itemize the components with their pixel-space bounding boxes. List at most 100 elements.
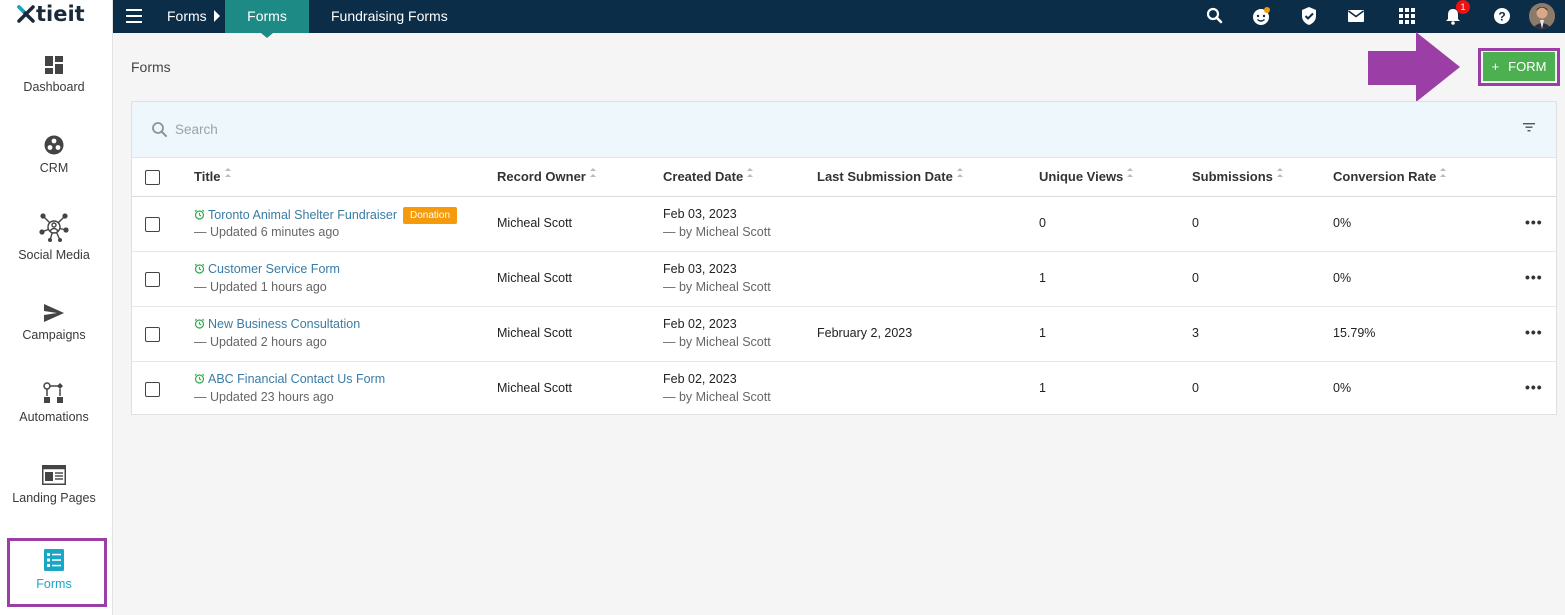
tab-forms[interactable]: Forms bbox=[225, 0, 309, 38]
row-checkbox[interactable] bbox=[145, 382, 160, 397]
form-title-link[interactable]: New Business Consultation bbox=[208, 317, 360, 331]
alarm-clock-icon bbox=[194, 209, 205, 220]
form-title-link[interactable]: Customer Service Form bbox=[208, 262, 340, 276]
column-label: Last Submission Date bbox=[817, 169, 953, 184]
help-icon[interactable]: ? bbox=[1492, 6, 1512, 26]
row-checkbox[interactable] bbox=[145, 272, 160, 287]
updated-text: — Updated 2 hours ago bbox=[194, 335, 327, 349]
created-date-cell: Feb 02, 2023 — by Micheal Scott bbox=[663, 317, 771, 349]
sort-icon bbox=[1276, 168, 1284, 178]
column-header-unique-views[interactable]: Unique Views bbox=[1039, 168, 1134, 184]
dashboard-icon bbox=[45, 56, 63, 74]
column-header-title[interactable]: Title bbox=[194, 168, 232, 184]
row-checkbox[interactable] bbox=[145, 217, 160, 232]
conversion-rate-cell: 0% bbox=[1333, 271, 1352, 285]
column-header-created-date[interactable]: Created Date bbox=[663, 168, 754, 184]
sidebar-item-label: Landing Pages bbox=[12, 491, 96, 505]
record-owner-cell: Micheal Scott bbox=[497, 326, 573, 340]
created-by: — by Micheal Scott bbox=[663, 225, 771, 239]
menu-icon[interactable] bbox=[126, 9, 142, 23]
app-logo[interactable]: tieit bbox=[17, 2, 85, 26]
sidebar-item-label: CRM bbox=[39, 161, 69, 175]
submissions-cell: 0 bbox=[1192, 271, 1199, 285]
unique-views-cell: 1 bbox=[1039, 381, 1046, 395]
search-bar bbox=[132, 102, 1556, 158]
created-by: — by Micheal Scott bbox=[663, 335, 771, 349]
sidebar-item-label: Dashboard bbox=[23, 80, 85, 94]
user-avatar[interactable] bbox=[1529, 3, 1555, 29]
column-header-last-submission-date[interactable]: Last Submission Date bbox=[817, 168, 964, 184]
submissions-cell: 3 bbox=[1192, 326, 1199, 340]
sidebar-item-automations[interactable]: Automations bbox=[0, 382, 108, 424]
created-date: Feb 03, 2023 bbox=[663, 262, 737, 276]
sidebar-item-dashboard[interactable]: Dashboard bbox=[0, 56, 108, 94]
unique-views-cell: 1 bbox=[1039, 271, 1046, 285]
more-horizontal-icon[interactable]: ••• bbox=[1525, 214, 1543, 230]
sidebar-item-crm[interactable]: CRM bbox=[0, 135, 108, 175]
sidebar-item-label: Social Media bbox=[18, 248, 90, 262]
search-icon bbox=[152, 122, 167, 137]
alarm-clock-icon bbox=[194, 263, 205, 274]
column-header-submissions[interactable]: Submissions bbox=[1192, 168, 1284, 184]
conversion-rate-cell: 15.79% bbox=[1333, 326, 1376, 340]
column-label: Title bbox=[194, 169, 221, 184]
add-form-button[interactable]: + FORM bbox=[1483, 52, 1555, 81]
breadcrumb[interactable]: Forms bbox=[167, 8, 207, 24]
search-icon[interactable] bbox=[1205, 6, 1225, 26]
sidebar: tieit Dashboard CRM Social Media Campaig… bbox=[0, 0, 113, 615]
record-owner-cell: Micheal Scott bbox=[497, 381, 573, 395]
unique-views-cell: 0 bbox=[1039, 216, 1046, 230]
title-cell: ABC Financial Contact Us Form — Updated … bbox=[194, 372, 385, 404]
column-label: Conversion Rate bbox=[1333, 169, 1437, 184]
conversion-rate-cell: 0% bbox=[1333, 216, 1352, 230]
title-cell: Customer Service Form — Updated 1 hours … bbox=[194, 262, 340, 294]
sort-icon bbox=[956, 168, 964, 178]
highlight-box bbox=[7, 538, 107, 607]
sort-icon bbox=[1439, 168, 1447, 178]
column-label: Unique Views bbox=[1039, 169, 1124, 184]
automation-icon bbox=[43, 382, 63, 403]
tieit-logo-icon bbox=[17, 5, 35, 23]
table-row[interactable]: Toronto Animal Shelter Fundraiser Donatio… bbox=[132, 197, 1556, 252]
table-row[interactable]: New Business Consultation — Updated 2 ho… bbox=[132, 307, 1556, 362]
tab-fundraising-forms[interactable]: Fundraising Forms bbox=[331, 8, 448, 24]
donation-badge: Donation bbox=[402, 207, 458, 224]
column-label: Record Owner bbox=[497, 169, 586, 184]
sidebar-item-campaigns[interactable]: Campaigns bbox=[0, 304, 108, 342]
page-title: Forms bbox=[131, 59, 171, 75]
more-horizontal-icon[interactable]: ••• bbox=[1525, 324, 1543, 340]
column-header-conversion-rate[interactable]: Conversion Rate bbox=[1333, 168, 1447, 184]
column-header-record-owner[interactable]: Record Owner bbox=[497, 168, 597, 184]
sort-icon bbox=[224, 168, 232, 178]
crm-icon bbox=[44, 135, 64, 155]
svg-text:?: ? bbox=[1498, 10, 1505, 24]
sort-icon bbox=[1126, 168, 1134, 178]
assistant-icon[interactable] bbox=[1251, 6, 1271, 26]
table-row[interactable]: ABC Financial Contact Us Form — Updated … bbox=[132, 362, 1556, 417]
search-input[interactable] bbox=[175, 118, 775, 140]
row-checkbox[interactable] bbox=[145, 327, 160, 342]
record-owner-cell: Micheal Scott bbox=[497, 271, 573, 285]
sidebar-item-landing-pages[interactable]: Landing Pages bbox=[0, 465, 108, 505]
updated-text: — Updated 1 hours ago bbox=[194, 280, 327, 294]
updated-text: — Updated 6 minutes ago bbox=[194, 225, 340, 239]
form-title-link[interactable]: ABC Financial Contact Us Form bbox=[208, 372, 385, 386]
title-cell: Toronto Animal Shelter Fundraiser Donatio… bbox=[194, 207, 458, 239]
forms-table-card: Title Record Owner Created Date Last Sub… bbox=[131, 101, 1557, 415]
sidebar-item-label: Automations bbox=[19, 410, 89, 424]
shield-check-icon[interactable] bbox=[1299, 6, 1319, 26]
mail-icon[interactable] bbox=[1346, 6, 1366, 26]
filter-icon[interactable] bbox=[1523, 122, 1535, 132]
sidebar-item-social-media[interactable]: Social Media bbox=[0, 212, 108, 262]
created-by: — by Micheal Scott bbox=[663, 390, 771, 404]
more-horizontal-icon[interactable]: ••• bbox=[1525, 269, 1543, 285]
more-horizontal-icon[interactable]: ••• bbox=[1525, 379, 1543, 395]
apps-grid-icon[interactable] bbox=[1397, 6, 1417, 26]
alarm-clock-icon bbox=[194, 318, 205, 329]
notification-badge: 1 bbox=[1456, 0, 1470, 14]
form-title-link[interactable]: Toronto Animal Shelter Fundraiser bbox=[208, 208, 397, 222]
table-row[interactable]: Customer Service Form — Updated 1 hours … bbox=[132, 252, 1556, 307]
unique-views-cell: 1 bbox=[1039, 326, 1046, 340]
created-date-cell: Feb 03, 2023 — by Micheal Scott bbox=[663, 262, 771, 294]
select-all-checkbox[interactable] bbox=[145, 170, 160, 185]
